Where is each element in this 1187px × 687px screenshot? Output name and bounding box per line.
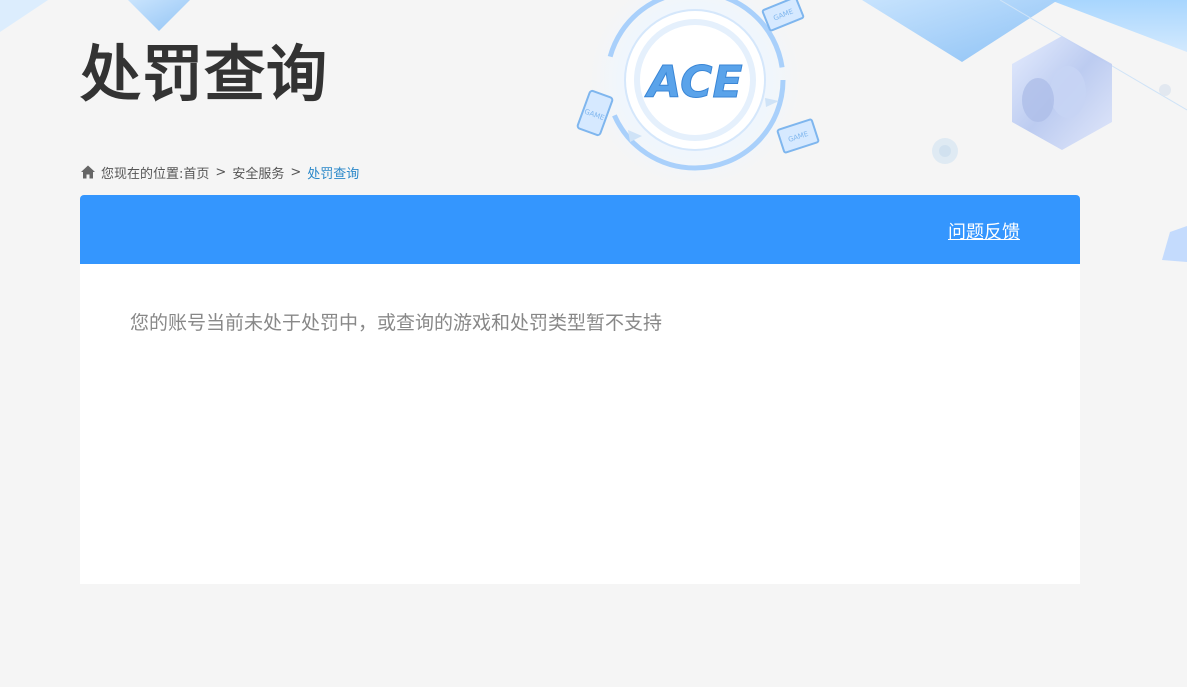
breadcrumb-prefix: 您现在的位置: <box>101 166 184 182</box>
svg-text:GAME: GAME <box>583 108 605 123</box>
home-icon <box>81 165 95 179</box>
svg-text:GAME: GAME <box>772 7 794 22</box>
breadcrumb-item-home[interactable]: 首页 <box>183 163 209 182</box>
breadcrumb-separator: > <box>215 164 227 180</box>
breadcrumb-item-security-service[interactable]: 安全服务 <box>232 163 284 182</box>
ace-logo: ACE <box>644 57 742 108</box>
breadcrumb: 您现在的位置: 首页 > 安全服务 > 处罚查询 <box>80 162 359 182</box>
page-title: 处罚查询 <box>80 39 329 110</box>
panel-header: 问题反馈 <box>80 195 1080 264</box>
breadcrumb-separator: > <box>290 164 302 180</box>
breadcrumb-item-current: 处罚查询 <box>307 166 360 182</box>
result-panel: 问题反馈 您的账号当前未处于处罚中，或查询的游戏和处罚类型暂不支持 <box>80 195 1080 584</box>
feedback-link[interactable]: 问题反馈 <box>948 218 1020 244</box>
svg-text:GAME: GAME <box>787 130 809 144</box>
status-message: 您的账号当前未处于处罚中，或查询的游戏和处罚类型暂不支持 <box>130 312 663 334</box>
